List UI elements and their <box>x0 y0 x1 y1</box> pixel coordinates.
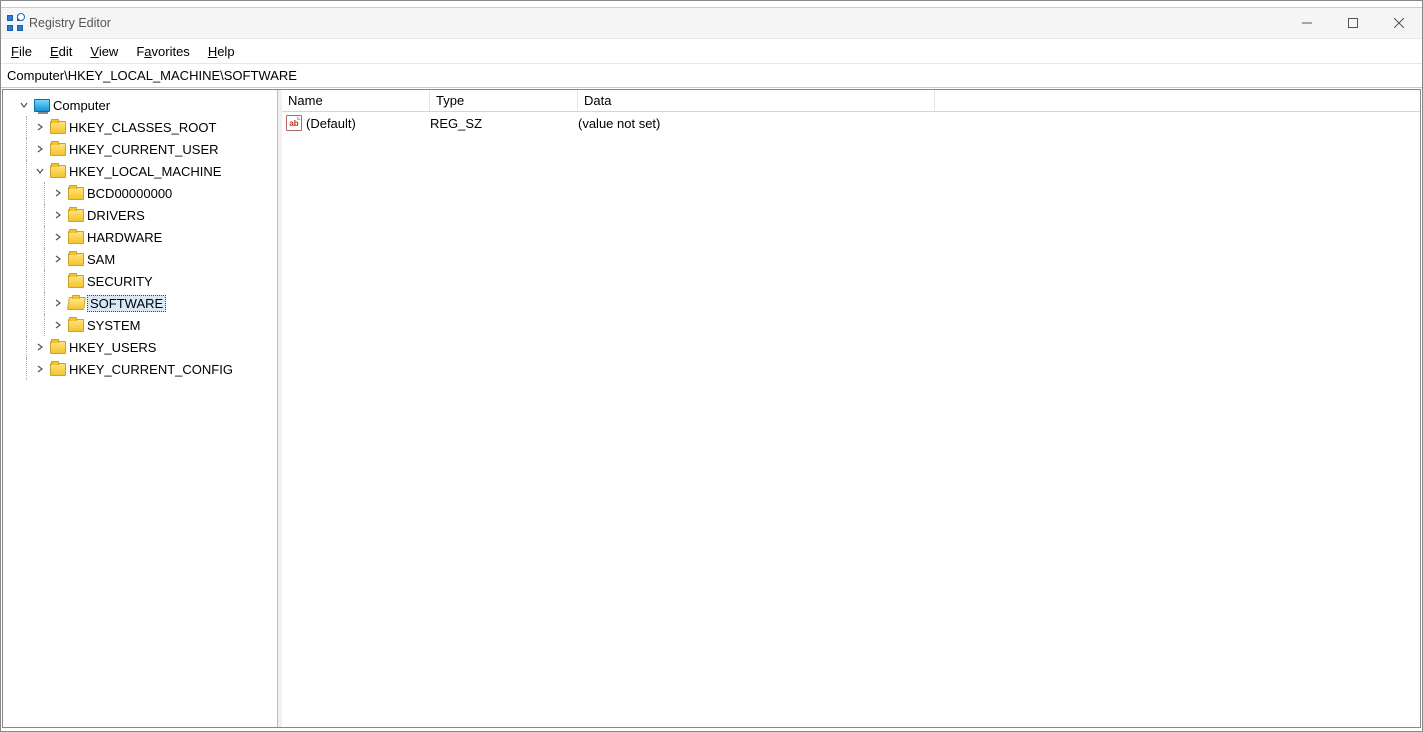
folder-icon <box>68 275 84 288</box>
tree-node-hku[interactable]: HKEY_USERS <box>3 336 277 358</box>
folder-icon <box>68 253 84 266</box>
chevron-right-icon[interactable] <box>51 252 65 266</box>
computer-icon <box>34 99 50 112</box>
folder-icon <box>68 187 84 200</box>
tree-node-system[interactable]: SYSTEM <box>3 314 277 336</box>
menu-edit[interactable]: Edit <box>50 44 72 59</box>
tree-node-bcd[interactable]: BCD00000000 <box>3 182 277 204</box>
menu-view[interactable]: View <box>90 44 118 59</box>
folder-icon <box>68 231 84 244</box>
chevron-right-icon[interactable] <box>51 208 65 222</box>
tree-label: HKEY_CURRENT_USER <box>69 142 219 157</box>
maximize-button[interactable] <box>1330 8 1376 38</box>
address-path: Computer\HKEY_LOCAL_MACHINE\SOFTWARE <box>7 68 297 83</box>
tree-node-software[interactable]: SOFTWARE <box>3 292 277 314</box>
minimize-button[interactable] <box>1284 8 1330 38</box>
tree-pane: Computer HKEY_CLASSES_ROOT <box>3 90 278 727</box>
values-body: ab (Default) REG_SZ (value not set) <box>282 112 1420 727</box>
folder-icon <box>50 121 66 134</box>
chevron-right-icon[interactable] <box>33 142 47 156</box>
chevron-down-icon[interactable] <box>33 164 47 178</box>
chevron-right-icon[interactable] <box>33 362 47 376</box>
artifact-top-cut <box>1 1 1422 8</box>
folder-icon <box>50 165 66 178</box>
tree-label: Computer <box>53 98 110 113</box>
tree-node-hkcu[interactable]: HKEY_CURRENT_USER <box>3 138 277 160</box>
main-content: Computer HKEY_CLASSES_ROOT <box>2 89 1421 728</box>
menu-bar: File Edit View Favorites Help <box>1 39 1422 64</box>
tree-label: SOFTWARE <box>87 295 166 312</box>
chevron-right-icon[interactable] <box>51 296 65 310</box>
tree-label: DRIVERS <box>87 208 145 223</box>
tree-label: HKEY_CLASSES_ROOT <box>69 120 216 135</box>
tree-node-sam[interactable]: SAM <box>3 248 277 270</box>
tree-node-drivers[interactable]: DRIVERS <box>3 204 277 226</box>
tree-label: HKEY_CURRENT_CONFIG <box>69 362 233 377</box>
address-bar[interactable]: Computer\HKEY_LOCAL_MACHINE\SOFTWARE <box>1 64 1422 88</box>
tree-node-computer[interactable]: Computer <box>3 94 277 116</box>
col-header-type[interactable]: Type <box>430 90 578 111</box>
col-header-data[interactable]: Data <box>578 90 935 111</box>
value-row[interactable]: ab (Default) REG_SZ (value not set) <box>282 112 1420 134</box>
tree-label: SAM <box>87 252 115 267</box>
value-name-text: (Default) <box>306 116 356 131</box>
tree-label: HKEY_LOCAL_MACHINE <box>69 164 221 179</box>
folder-icon <box>50 143 66 156</box>
folder-icon <box>68 209 84 222</box>
string-value-icon: ab <box>286 115 302 131</box>
tree-node-hklm[interactable]: HKEY_LOCAL_MACHINE <box>3 160 277 182</box>
regedit-app-icon <box>7 15 23 31</box>
tree-label: HARDWARE <box>87 230 162 245</box>
folder-icon <box>68 319 84 332</box>
title-bar: Registry Editor <box>1 8 1422 39</box>
chevron-right-icon[interactable] <box>33 340 47 354</box>
tree-label: SECURITY <box>87 274 153 289</box>
value-data-text: (value not set) <box>578 116 935 131</box>
values-pane: Name Type Data ab (Default) REG_SZ (valu… <box>282 90 1420 727</box>
tree-label: HKEY_USERS <box>69 340 156 355</box>
folder-icon <box>50 363 66 376</box>
menu-help[interactable]: Help <box>208 44 235 59</box>
tree-node-hkcr[interactable]: HKEY_CLASSES_ROOT <box>3 116 277 138</box>
menu-favorites[interactable]: Favorites <box>136 44 189 59</box>
menu-file[interactable]: File <box>11 44 32 59</box>
folder-icon <box>50 341 66 354</box>
chevron-down-icon[interactable] <box>17 98 31 112</box>
chevron-right-icon[interactable] <box>51 230 65 244</box>
chevron-right-icon[interactable] <box>33 120 47 134</box>
window-title: Registry Editor <box>29 16 111 30</box>
values-header: Name Type Data <box>282 90 1420 112</box>
folder-open-icon <box>67 297 86 310</box>
tree-node-hardware[interactable]: HARDWARE <box>3 226 277 248</box>
tree-label: SYSTEM <box>87 318 140 333</box>
col-header-name[interactable]: Name <box>282 90 430 111</box>
close-button[interactable] <box>1376 8 1422 38</box>
tree-node-hkcc[interactable]: HKEY_CURRENT_CONFIG <box>3 358 277 380</box>
chevron-right-icon[interactable] <box>51 186 65 200</box>
tree-label: BCD00000000 <box>87 186 172 201</box>
tree-node-security[interactable]: SECURITY <box>3 270 277 292</box>
chevron-right-icon[interactable] <box>51 318 65 332</box>
value-type-text: REG_SZ <box>430 116 578 131</box>
